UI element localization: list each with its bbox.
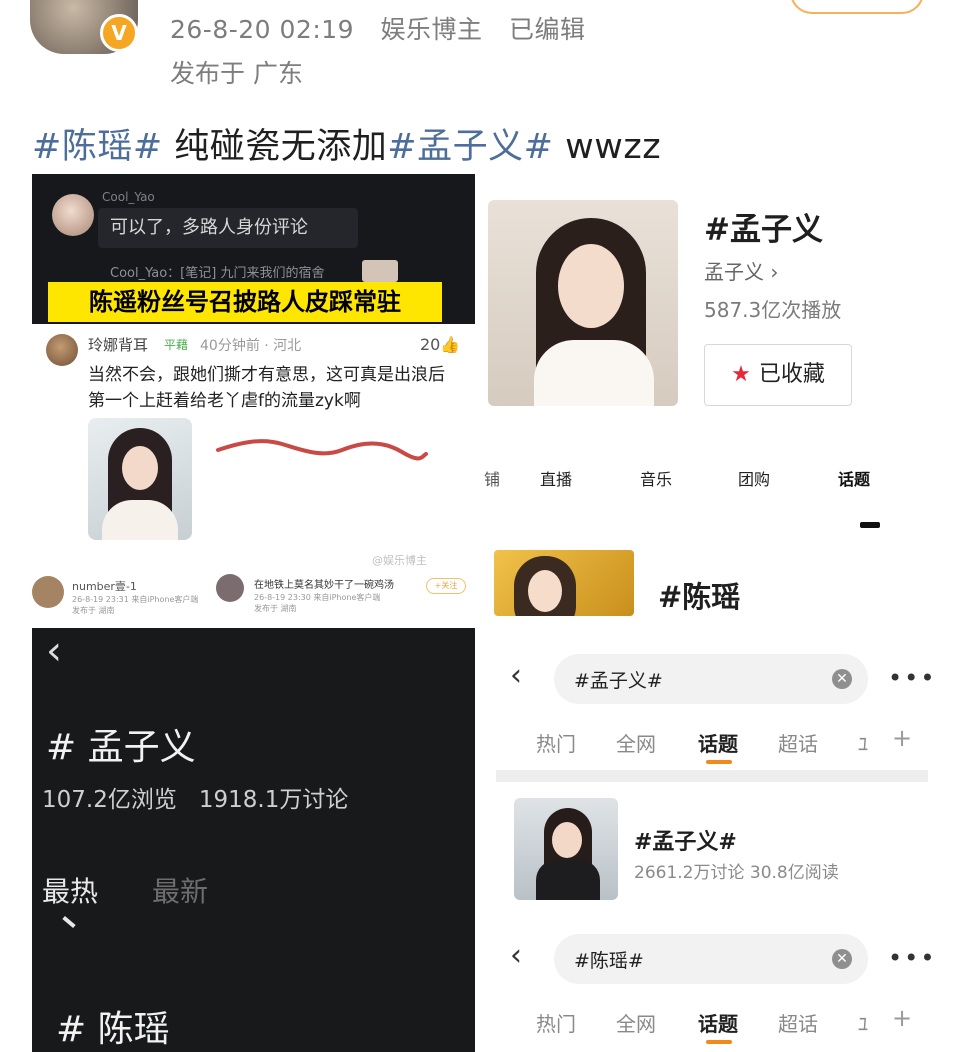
result-image bbox=[494, 550, 634, 616]
edited-label: 已编辑 bbox=[509, 15, 586, 44]
screenshot-topic-dark: ‹ # 孟子义 107.2亿浏览 1918.1万讨论 最热 最新 # 陈瑶 bbox=[32, 628, 475, 1052]
result-title: #陈瑶 bbox=[658, 580, 741, 614]
post-text-segment: 纯碰瓷无添加 bbox=[162, 127, 388, 167]
tab-hot: 热门 bbox=[536, 732, 576, 756]
post-meta: 26-8-20 02:19 娱乐博主 已编辑 bbox=[170, 10, 604, 46]
back-icon: ‹ bbox=[510, 658, 522, 693]
tab-topic: 话题 bbox=[698, 1012, 738, 1036]
topic-cover-image bbox=[488, 200, 678, 406]
repost-meta-line: 发布于 湖南 bbox=[254, 604, 297, 613]
screenshot-comment: 玲娜背耳 平藉 40分钟前 · 河北 20👍 当然不会，跟她们撕才有意思，这可真… bbox=[32, 324, 475, 552]
repost-text: 在地铁上莫名其妙干了一碗鸡汤 bbox=[254, 580, 394, 591]
follow-button[interactable] bbox=[790, 0, 924, 14]
topic-author: 孟子义 › bbox=[704, 260, 779, 284]
tab-topic: 话题 bbox=[838, 470, 871, 489]
topic-title: # 孟子义 bbox=[46, 727, 196, 768]
chat-username: Cool_Yao bbox=[102, 190, 155, 204]
screenshot-search-mengziyi: ‹ #孟子义# ✕ ••• 热门 全网 话题 超话 ﾕ + #孟子义# 2661… bbox=[496, 640, 940, 904]
screenshot-topic-card: #孟子义 孟子义 › 587.3亿次播放 ★ 已收藏 bbox=[484, 190, 954, 420]
tab-topic: 话题 bbox=[698, 732, 738, 756]
screenshot-search-tabs: 铺 直播 音乐 团购 话题 #陈瑶 bbox=[484, 466, 954, 626]
tab-indicator bbox=[860, 522, 880, 528]
more-icon: ••• bbox=[888, 944, 937, 972]
tab-all: 全网 bbox=[616, 1012, 656, 1036]
hashtag-link[interactable]: #孟子义# bbox=[387, 127, 553, 167]
tab-indicator bbox=[62, 915, 76, 929]
clear-icon: ✕ bbox=[832, 949, 852, 969]
user-tag: 平藉 bbox=[164, 338, 189, 352]
repost-meta-line: 发布于 湖南 bbox=[72, 606, 115, 615]
repost-meta-line: 26-8-19 23:30 来自iPhone客户端 bbox=[254, 593, 381, 602]
watermark: @娱乐博主 bbox=[372, 554, 427, 567]
collect-label: 已收藏 bbox=[758, 362, 825, 387]
comment-time: 40分钟前 · 河北 bbox=[200, 338, 302, 354]
avatar bbox=[216, 574, 244, 602]
divider bbox=[496, 770, 928, 782]
tab-indicator bbox=[706, 760, 732, 764]
chat-reply-line: Cool_Yao：[笔记] 九门来我们的宿舍 bbox=[110, 266, 325, 281]
star-icon: ★ bbox=[731, 362, 751, 387]
plus-icon: + bbox=[892, 724, 913, 752]
repost-meta: 26-8-19 23:30 来自iPhone客户端 发布于 湖南 bbox=[254, 592, 380, 614]
topic-title: #孟子义 bbox=[704, 212, 823, 248]
tab-indicator bbox=[706, 1040, 732, 1044]
search-input: #陈瑶# ✕ bbox=[554, 934, 868, 984]
topic-title: # 陈瑶 bbox=[56, 1009, 170, 1050]
tab-shop: 铺 bbox=[484, 470, 501, 489]
chat-message: 可以了，多路人身份评论 bbox=[98, 208, 358, 248]
avatar bbox=[32, 576, 64, 608]
tab-supertopic: 超话 bbox=[778, 732, 818, 756]
avatar bbox=[52, 194, 94, 236]
caption-banner: 陈遥粉丝号召披路人皮踩常驻 bbox=[48, 282, 442, 322]
tab-supertopic: 超话 bbox=[778, 1012, 818, 1036]
post-text-segment: wwzz bbox=[553, 127, 662, 167]
avatar bbox=[46, 334, 78, 366]
back-icon: ‹ bbox=[46, 628, 62, 674]
repost-meta-line: 26-8-19 23:31 来自iPhone客户端 bbox=[72, 595, 199, 604]
red-scribble-mark bbox=[216, 439, 428, 461]
screenshot-chat-dark: Cool_Yao 可以了，多路人身份评论 Cool_Yao：[笔记] 九门来我们… bbox=[32, 174, 475, 324]
comment-text: 当然不会，跟她们撕才有意思，这可真是出浪后第一个上赶着给老丫虐f的流量zyk啊 bbox=[88, 365, 445, 411]
comment-likes: 20👍 bbox=[420, 335, 461, 354]
tab-overflow: ﾕ bbox=[858, 1012, 868, 1036]
topic-discussions: 1918.1万讨论 bbox=[198, 787, 349, 813]
plus-icon: + bbox=[892, 1004, 913, 1032]
post-category: 娱乐博主 bbox=[380, 15, 483, 44]
search-input: #孟子义# ✕ bbox=[554, 654, 868, 704]
more-icon: ••• bbox=[888, 664, 937, 692]
tab-groupbuy: 团购 bbox=[738, 470, 771, 489]
post-location: 发布于 广东 bbox=[170, 59, 303, 88]
topic-views: 107.2亿浏览 bbox=[42, 787, 177, 813]
verified-badge-icon: V bbox=[100, 14, 138, 52]
follow-button: +关注 bbox=[426, 578, 466, 594]
topic-stats: 107.2亿浏览 1918.1万讨论 bbox=[42, 780, 348, 814]
post-text: #陈瑶# 纯碰瓷无添加#孟子义# wwzz bbox=[32, 118, 661, 169]
tab-hot: 热门 bbox=[536, 1012, 576, 1036]
collect-button: ★ 已收藏 bbox=[704, 344, 852, 406]
tab-overflow: ﾕ bbox=[858, 732, 868, 756]
result-image bbox=[514, 798, 618, 900]
result-title: #孟子义# bbox=[634, 830, 737, 855]
topic-plays: 587.3亿次播放 bbox=[704, 298, 842, 322]
search-query: #陈瑶# bbox=[574, 950, 644, 972]
search-query: #孟子义# bbox=[574, 670, 663, 692]
tab-new: 最新 bbox=[152, 875, 209, 908]
tab-live: 直播 bbox=[540, 470, 573, 489]
comment-image bbox=[88, 418, 192, 540]
result-meta: 2661.2万讨论 30.8亿阅读 bbox=[634, 863, 839, 883]
screenshot-search-chenyao: ‹ #陈瑶# ✕ ••• 热门 全网 话题 超话 ﾕ + bbox=[496, 920, 940, 1052]
hashtag-link[interactable]: #陈瑶# bbox=[32, 127, 163, 167]
clear-icon: ✕ bbox=[832, 669, 852, 689]
post-timestamp: 26-8-20 02:19 bbox=[170, 15, 355, 44]
tab-hot: 最热 bbox=[42, 875, 99, 908]
screenshot-repost-strip: @娱乐博主 number壹-1 26-8-19 23:31 来自iPhone客户… bbox=[32, 552, 475, 628]
chat-thumbnail bbox=[362, 260, 398, 282]
comment-username: 玲娜背耳 bbox=[88, 336, 149, 354]
back-icon: ‹ bbox=[510, 938, 522, 973]
tab-music: 音乐 bbox=[640, 470, 673, 489]
repost-meta: 26-8-19 23:31 来自iPhone客户端 发布于 湖南 bbox=[72, 594, 198, 616]
tab-all: 全网 bbox=[616, 732, 656, 756]
repost-username: number壹-1 bbox=[72, 580, 137, 593]
